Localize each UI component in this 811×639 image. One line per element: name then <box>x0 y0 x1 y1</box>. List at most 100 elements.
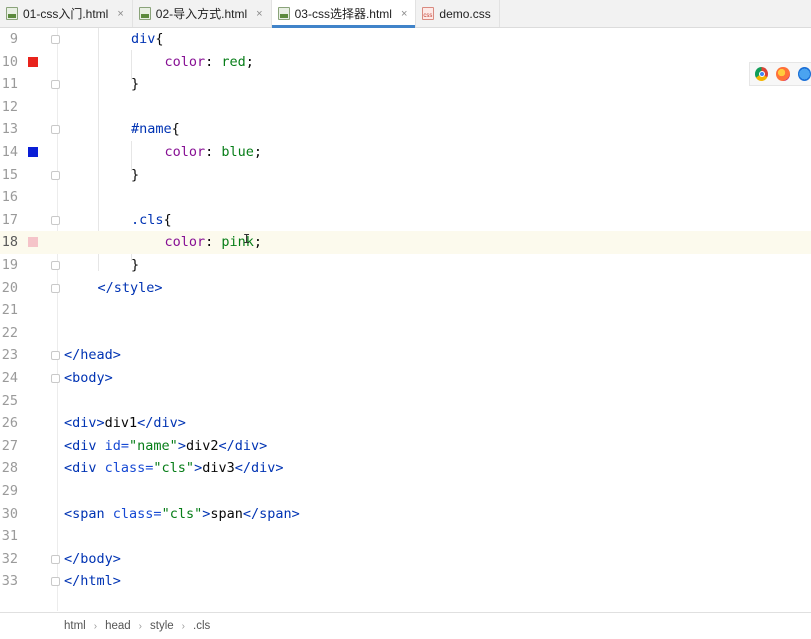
code-token: </div> <box>137 415 186 432</box>
html-file-icon <box>6 7 18 20</box>
chrome-icon[interactable] <box>755 67 769 81</box>
code-line[interactable]: 31 <box>0 525 811 548</box>
code-line[interactable]: 27 <div id="name">div2</div> <box>0 435 811 458</box>
code-token: </head> <box>64 347 121 364</box>
code-line[interactable]: 20 </style> <box>0 277 811 300</box>
code-line[interactable]: 30 <span class="cls">span</span> <box>0 503 811 526</box>
fold-marker-icon[interactable] <box>51 283 60 293</box>
fold-marker-icon[interactable] <box>51 125 60 135</box>
code-token: color <box>164 53 206 70</box>
code-line[interactable]: 11} <box>0 73 811 96</box>
code-text: color: red; <box>165 51 254 74</box>
color-swatch-icon[interactable] <box>28 237 38 248</box>
code-token: "cls" <box>153 460 195 477</box>
fold-marker-icon[interactable] <box>51 374 60 383</box>
line-number: 13 <box>1 121 18 138</box>
fold-marker-icon[interactable] <box>51 215 60 225</box>
fold-marker-icon[interactable] <box>51 577 60 587</box>
code-text: color: blue; <box>165 141 263 164</box>
code-line[interactable]: 32 </body> <box>0 548 811 571</box>
breadcrumb-item[interactable]: html <box>64 620 86 632</box>
breadcrumb-item[interactable]: .cls <box>193 620 210 632</box>
code-token: <div <box>64 437 105 454</box>
line-number: 32 <box>1 550 18 567</box>
fold-marker-icon[interactable] <box>51 170 60 180</box>
breadcrumb-item[interactable]: head <box>105 620 131 632</box>
line-number: 18 <box>1 234 18 251</box>
line-number: 24 <box>1 370 18 386</box>
code-token: > <box>194 460 203 477</box>
code-token: </style> <box>97 279 163 296</box>
breadcrumb-item[interactable]: style <box>150 620 174 632</box>
code-line[interactable]: 26 <div>div1</div> <box>0 412 811 435</box>
code-line[interactable]: 25 <box>0 390 811 413</box>
line-number: 20 <box>1 279 18 296</box>
color-swatch-icon[interactable] <box>28 147 38 157</box>
code-line[interactable]: 28 <div class="cls">div3</div> <box>0 457 811 480</box>
code-token: color <box>164 144 206 160</box>
code-editor[interactable]: 9 div{10 color: red; 11} 12 13 #name{14 color: … <box>0 28 811 611</box>
close-icon[interactable]: × <box>256 8 262 20</box>
code-line[interactable]: 14 color: blue; <box>0 141 811 164</box>
line-number: 19 <box>1 257 18 273</box>
code-line[interactable]: 22 <box>0 322 811 345</box>
tab-3[interactable]: 03-css选择器.html × <box>271 0 417 28</box>
code-text: #name{ <box>131 118 180 141</box>
safari-icon[interactable] <box>797 67 811 81</box>
close-icon[interactable]: × <box>401 8 407 20</box>
code-token: "name" <box>129 437 178 454</box>
code-token: </span> <box>242 505 300 522</box>
code-line[interactable]: 29 <box>0 480 811 503</box>
code-line[interactable]: 9 div{ <box>0 28 811 51</box>
code-token: } <box>131 257 140 273</box>
code-token: div2 <box>185 437 219 454</box>
fold-marker-icon[interactable] <box>51 261 60 270</box>
line-number: 15 <box>1 166 18 183</box>
code-line[interactable]: 16 <box>0 186 811 209</box>
code-line[interactable]: 21 <box>0 299 811 322</box>
code-text: </html> <box>64 570 121 593</box>
tab-1[interactable]: 01-css入门.html × <box>0 0 133 27</box>
code-line[interactable]: 24 <body> <box>0 367 811 390</box>
line-number: 21 <box>1 302 18 319</box>
code-token: div1 <box>104 415 138 432</box>
code-line[interactable]: 23 </head> <box>0 344 811 367</box>
fold-marker-icon[interactable] <box>51 35 60 44</box>
firefox-icon[interactable] <box>776 67 790 81</box>
line-number: 27 <box>1 437 18 454</box>
code-line[interactable]: 13 #name{ <box>0 118 811 141</box>
code-line[interactable]: 10 color: red; <box>0 51 811 74</box>
line-number: 22 <box>1 324 18 341</box>
fold-marker-icon[interactable] <box>51 351 60 361</box>
tab-4[interactable]: demo.css <box>416 0 500 27</box>
code-token: </body> <box>64 550 121 567</box>
code-token: color <box>164 234 206 251</box>
tab-label: demo.css <box>439 6 491 21</box>
tab-2[interactable]: 02-导入方式.html × <box>133 0 272 27</box>
color-swatch-icon[interactable] <box>28 56 38 67</box>
close-icon[interactable]: × <box>117 8 123 20</box>
code-text: <div>div1</div> <box>64 412 186 435</box>
code-token: class= <box>104 460 154 477</box>
line-number: 28 <box>1 460 18 477</box>
code-token: } <box>131 166 140 183</box>
code-token: } <box>131 76 140 93</box>
code-line[interactable]: 17 .cls{ <box>0 209 811 232</box>
code-token: : <box>205 144 222 160</box>
code-token: .cls <box>131 211 164 228</box>
code-token: "cls" <box>161 505 203 522</box>
line-number: 30 <box>1 505 18 522</box>
code-line[interactable]: 15} <box>0 164 811 187</box>
fold-marker-icon[interactable] <box>51 554 60 564</box>
code-token: <div> <box>64 415 105 432</box>
line-number: 17 <box>1 211 18 228</box>
code-line[interactable]: 19} <box>0 254 811 277</box>
code-text: </body> <box>64 548 121 571</box>
code-token: span <box>210 505 243 522</box>
code-token: </div> <box>234 460 284 477</box>
code-line[interactable]: 12 <box>0 96 811 119</box>
fold-marker-icon[interactable] <box>51 80 60 90</box>
code-token: <div <box>64 460 105 477</box>
code-line[interactable]: 18 color: pink; <box>0 231 811 254</box>
code-line[interactable]: 33 </html> <box>0 570 811 593</box>
